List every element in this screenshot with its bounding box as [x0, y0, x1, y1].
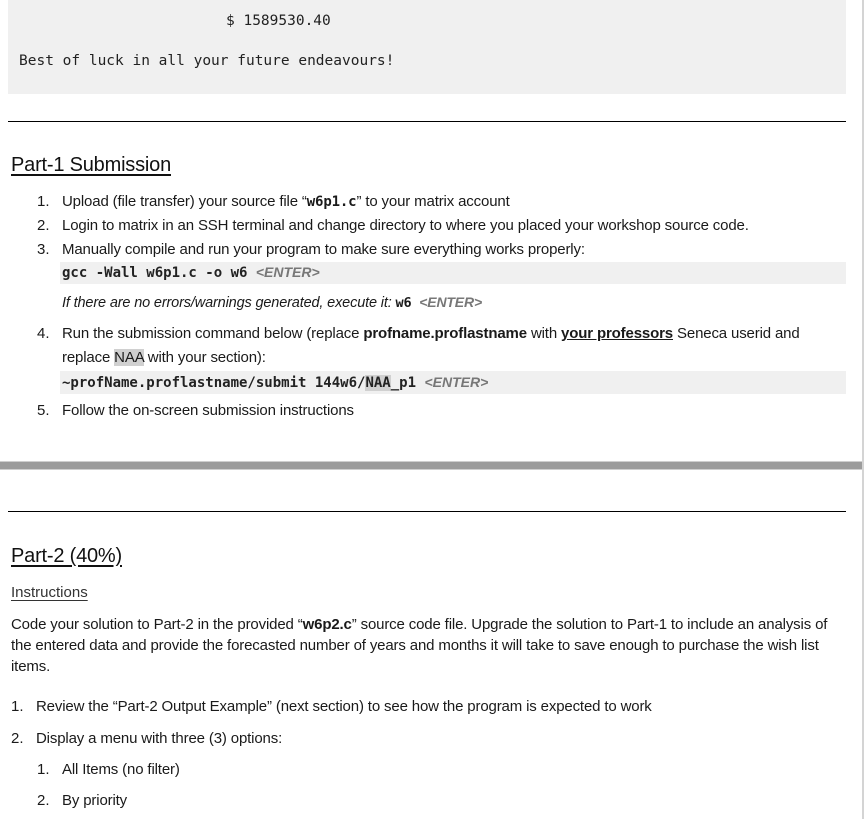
part2-heading: Part-2 (40%)	[11, 545, 122, 567]
menu-option-number: 2.	[37, 792, 50, 809]
page-break-separator	[0, 461, 864, 470]
compile-command-block: gcc -Wall w6p1.c -o w6 <ENTER>	[60, 262, 846, 284]
part1-step-4-line2: replace NAA with your section):	[62, 349, 266, 366]
step-number: 3.	[37, 241, 50, 258]
output-dash-row: ---- -------- -------- -----------	[19, 0, 306, 6]
step-text: Seneca userid and	[673, 325, 800, 342]
part2-step-1: Review the “Part-2 Output Example” (next…	[36, 698, 652, 715]
step-number: 4.	[37, 325, 50, 342]
section-placeholder-highlight: NAA	[365, 375, 391, 391]
part2-step-2: Display a menu with three (3) options:	[36, 730, 283, 747]
part1-step-2: Login to matrix in an SSH terminal and c…	[62, 217, 749, 234]
part2-intro-paragraph: Code your solution to Part-2 in the prov…	[11, 614, 841, 677]
step-text: with your section):	[143, 349, 266, 366]
menu-option-by-priority: By priority	[62, 792, 128, 809]
profname-placeholder: profname.proflastname	[363, 325, 527, 342]
step-number: 1.	[11, 698, 24, 715]
your-professors-emphasis: your professors	[561, 325, 673, 342]
step-number: 2.	[37, 217, 50, 234]
execute-note: If there are no errors/warnings generate…	[62, 294, 482, 311]
paragraph-text: Code your solution to Part-2 in the prov…	[11, 616, 303, 633]
enter-key-label: <ENTER>	[419, 294, 482, 310]
submit-command-block: ~profName.proflastname/submit 144w6/NAA_…	[60, 371, 846, 394]
command-text: gcc -Wall w6p1.c -o w6	[62, 265, 256, 281]
enter-key-label: <ENTER>	[424, 374, 489, 390]
step-number: 1.	[37, 193, 50, 210]
horizontal-rule	[8, 511, 846, 512]
document-page: ---- -------- -------- ----------- $ 158…	[0, 0, 864, 819]
horizontal-rule	[8, 121, 846, 122]
menu-option-number: 1.	[37, 761, 50, 778]
executable-code: w6	[395, 295, 412, 311]
output-total-line: $ 1589530.40	[226, 13, 331, 29]
step-text: Run the submission command below (replac…	[62, 325, 364, 342]
filename-bold: w6p2.c	[302, 616, 352, 633]
output-farewell-line: Best of luck in all your future endeavou…	[19, 53, 395, 69]
part1-step-4-line1: Run the submission command below (replac…	[62, 325, 800, 342]
part1-step-5: Follow the on-screen submission instruct…	[62, 402, 354, 419]
sample-output-block: ---- -------- -------- ----------- $ 158…	[8, 0, 846, 94]
part1-heading: Part-1 Submission	[11, 154, 171, 176]
command-text: ~profName.proflastname/submit 144w6/	[62, 375, 366, 391]
command-text: _p1	[390, 375, 425, 391]
menu-option-all-items: All Items (no filter)	[62, 761, 180, 778]
part1-step-1: Upload (file transfer) your source file …	[62, 193, 510, 210]
compile-command: gcc -Wall w6p1.c -o w6 <ENTER>	[62, 264, 320, 281]
step-text: Upload (file transfer) your source file …	[62, 193, 307, 210]
submit-command: ~profName.proflastname/submit 144w6/NAA_…	[62, 374, 488, 391]
enter-key-label: <ENTER>	[255, 264, 320, 280]
step-number: 5.	[37, 402, 50, 419]
step-text: replace	[62, 349, 115, 366]
step-text: ” to your matrix account	[356, 193, 510, 210]
step-number: 2.	[11, 730, 24, 747]
filename-code: w6p1.c	[306, 194, 357, 210]
instructions-subheading: Instructions	[11, 584, 88, 601]
step-text: with	[526, 325, 562, 342]
section-placeholder-highlight: NAA	[114, 349, 144, 366]
part1-step-3: Manually compile and run your program to…	[62, 241, 585, 258]
note-text: If there are no errors/warnings generate…	[62, 295, 396, 311]
